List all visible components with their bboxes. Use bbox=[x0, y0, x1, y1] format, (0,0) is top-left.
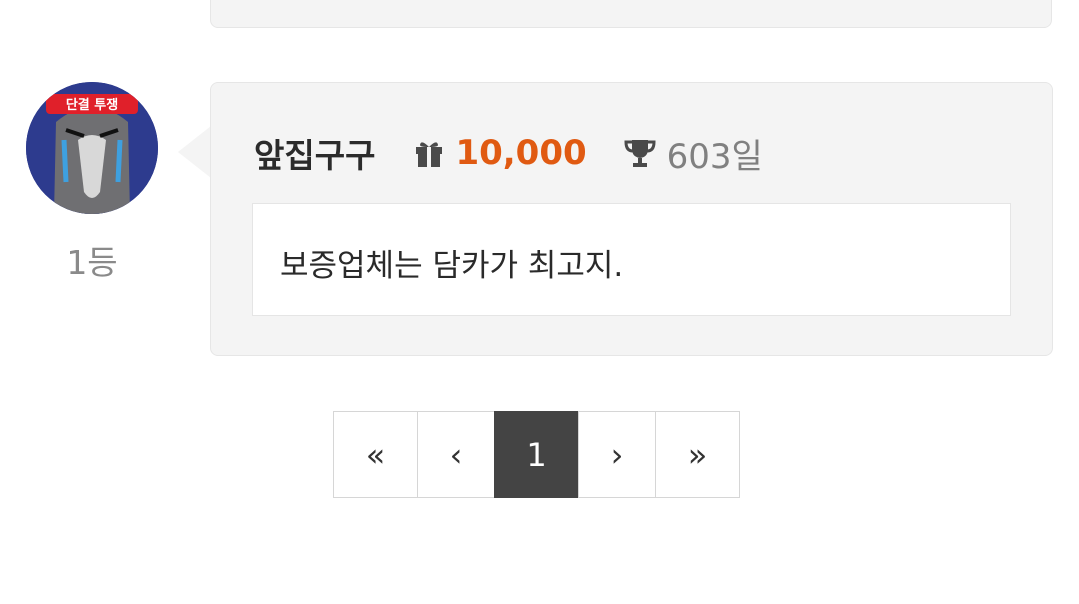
pagination: « ‹ 1 › » bbox=[333, 411, 740, 498]
rank-label: 1등 bbox=[66, 243, 118, 282]
avatar-image: 단결 투쟁 bbox=[26, 82, 158, 214]
trophy-icon bbox=[623, 136, 657, 170]
nickname[interactable]: 앞집구구 bbox=[254, 129, 375, 177]
points-value: 10,000 bbox=[455, 133, 587, 173]
comment-header: 앞집구구 10,000 603일 bbox=[254, 125, 763, 181]
membership-days: 603일 bbox=[666, 136, 763, 177]
avatar[interactable]: 단결 투쟁 bbox=[26, 82, 158, 214]
card-pointer bbox=[178, 126, 211, 178]
page-1-button[interactable]: 1 bbox=[494, 411, 579, 498]
comment-text: 보증업체는 담카가 최고지. bbox=[280, 248, 624, 284]
prev-page-button[interactable]: ‹ bbox=[417, 411, 495, 498]
first-page-button[interactable]: « bbox=[333, 411, 418, 498]
comment-content-box: 보증업체는 담카가 최고지. bbox=[252, 203, 1011, 316]
avatar-banner-text: 단결 투쟁 bbox=[66, 97, 118, 113]
comment-card: 앞집구구 10,000 603일 보증업체는 담카가 최고지. bbox=[210, 82, 1053, 356]
gift-icon bbox=[413, 137, 445, 169]
last-page-button[interactable]: » bbox=[655, 411, 740, 498]
next-page-button[interactable]: › bbox=[578, 411, 656, 498]
previous-comment-card bbox=[210, 0, 1052, 28]
